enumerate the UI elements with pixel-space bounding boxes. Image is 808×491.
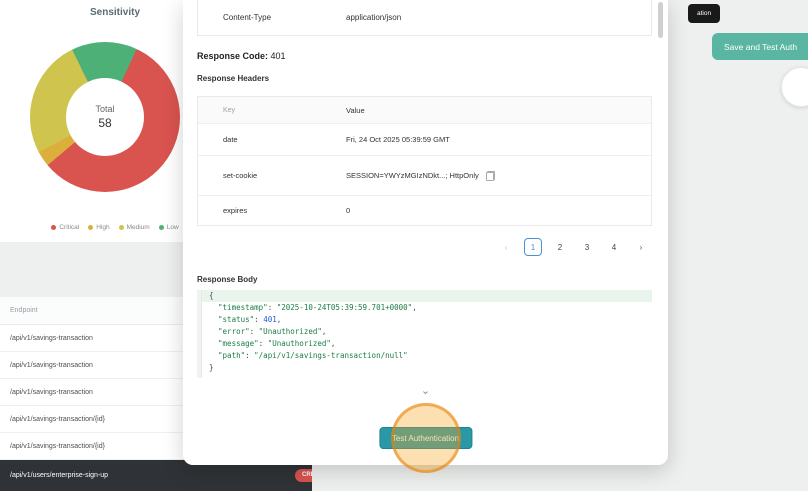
code-line: "message": "Unauthorized", <box>218 339 336 348</box>
response-headers-label: Response Headers <box>197 74 270 83</box>
code-line: "timestamp": "2025-10-24T05:39:59.701+00… <box>218 303 417 312</box>
code-line: "status": 401, <box>218 315 282 324</box>
legend-item-high[interactable]: High <box>88 224 110 231</box>
response-code-label: Response Code: <box>197 51 269 61</box>
response-modal: Content-Type application/json Response C… <box>183 0 668 465</box>
table-header-row: Key Value <box>198 97 651 123</box>
content-type-row: Content-Type application/json <box>197 0 652 36</box>
header-key-cell: set-cookie <box>223 171 258 180</box>
code-line: } <box>209 363 214 372</box>
save-and-test-auth-button[interactable]: Save and Test Auth <box>712 33 808 60</box>
response-body-label: Response Body <box>197 275 258 284</box>
header-key-cell: expires <box>223 206 248 215</box>
header-value-cell: application/json <box>346 13 402 22</box>
prev-page-button[interactable]: ‹ <box>497 238 515 256</box>
high-dot-icon <box>88 225 94 230</box>
table-row: expires 0 <box>198 195 651 225</box>
chevron-down-icon[interactable]: ⌄ <box>183 384 668 397</box>
legend-item-critical[interactable]: Critical <box>51 224 79 231</box>
response-code-value: 401 <box>270 51 286 61</box>
critical-dot-icon <box>51 225 57 230</box>
copy-icon[interactable] <box>485 170 495 181</box>
response-body-code: { "timestamp": "2025-10-24T05:39:59.701+… <box>197 290 652 378</box>
code-line: "error": "Unauthorized", <box>218 327 327 336</box>
legend-item-medium[interactable]: Medium <box>118 224 150 231</box>
legend-label: Low <box>166 224 179 231</box>
column-header-key: Key <box>223 106 236 114</box>
page-button-4[interactable]: 4 <box>605 238 623 256</box>
table-row: set-cookie SESSION=YWYzMGIzNDkt...; Http… <box>198 155 651 195</box>
header-key-cell: Content-Type <box>223 13 272 22</box>
column-header-value: Value <box>346 105 365 115</box>
header-value-cell: SESSION=YWYzMGIzNDkt...; HttpOnly <box>346 171 479 180</box>
total-value: 58 <box>98 116 112 130</box>
legend-label: Critical <box>59 224 80 231</box>
header-key-cell: date <box>223 135 238 144</box>
legend-label: Medium <box>126 224 150 231</box>
authentication-pill-button[interactable]: ation <box>688 4 721 23</box>
header-value-cell: Fri, 24 Oct 2025 05:39:59 GMT <box>346 135 450 144</box>
code-line: { <box>197 290 652 302</box>
page: Sensitivity Total 58 Critical High Mediu… <box>0 0 808 491</box>
page-button-2[interactable]: 2 <box>551 238 569 256</box>
test-authentication-button[interactable]: Test Authentication <box>378 427 473 449</box>
legend-label: High <box>96 224 110 231</box>
critical-severity-badge: CRITICAL <box>295 469 312 482</box>
low-dot-icon <box>158 225 164 230</box>
medium-dot-icon <box>118 225 124 230</box>
table-row: date Fri, 24 Oct 2025 05:39:59 GMT <box>198 123 651 155</box>
header-value-cell: 0 <box>346 206 351 215</box>
page-button-1[interactable]: 1 <box>524 238 542 256</box>
sensitivity-donut[interactable]: Total 58 <box>30 42 180 192</box>
legend-item-low[interactable]: Low <box>158 224 179 231</box>
code-line: "path": "/api/v1/savings-transaction/nul… <box>218 351 408 360</box>
code-gutter <box>197 290 202 378</box>
response-headers-table: Key Value date Fri, 24 Oct 2025 05:39:59… <box>197 96 652 226</box>
pagination: ‹ 1 2 3 4 › <box>497 238 650 256</box>
floating-action-button[interactable] <box>781 67 808 107</box>
page-button-3[interactable]: 3 <box>578 238 596 256</box>
modal-scrollbar[interactable] <box>658 2 663 38</box>
donut-center: Total 58 <box>66 78 144 156</box>
next-page-button[interactable]: › <box>632 238 650 256</box>
endpoint-cell: /api/v1/users/enterprise-sign-up <box>10 472 109 479</box>
response-code: Response Code: 401 <box>197 51 286 61</box>
total-label: Total <box>95 104 115 114</box>
